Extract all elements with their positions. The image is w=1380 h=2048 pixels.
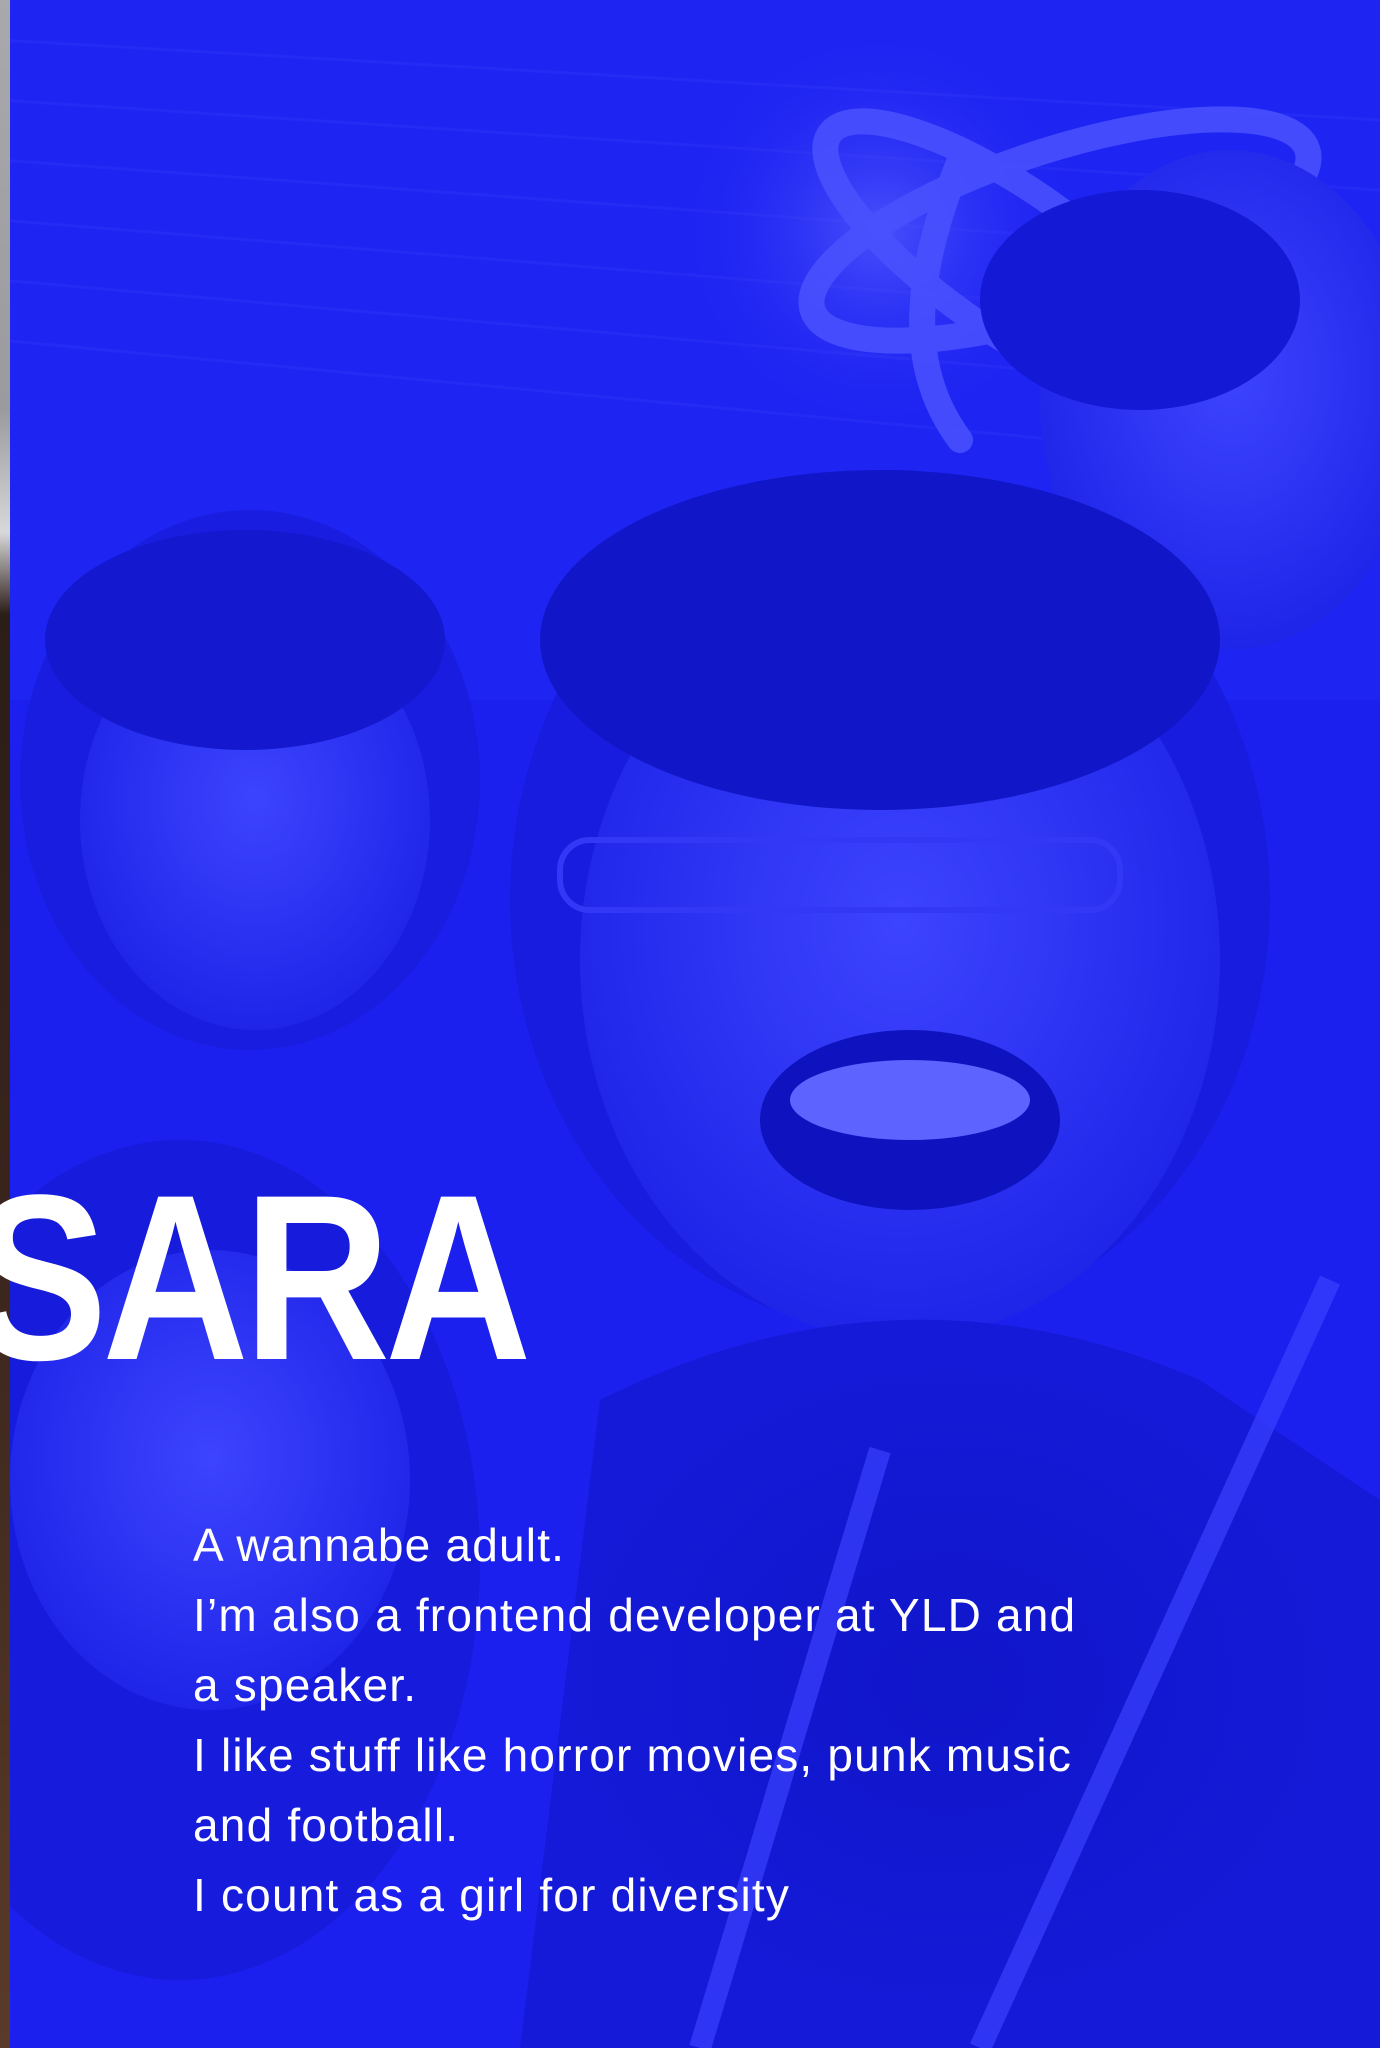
photo-edge-strip	[0, 0, 10, 2048]
bio-line: A wannabe adult.	[193, 1519, 566, 1571]
bio-line: and football.	[193, 1799, 460, 1851]
bio-line: I count as a girl for diversity	[193, 1869, 791, 1921]
bio-text: A wannabe adult. I’m also a frontend dev…	[193, 1510, 1193, 1930]
bio-line: I like stuff like horror movies, punk mu…	[193, 1729, 1073, 1781]
bio-line: I’m also a frontend developer at YLD and	[193, 1589, 1077, 1641]
page-title: SARA	[0, 1146, 532, 1410]
bio-line: a speaker.	[193, 1659, 418, 1711]
slide: SARA A wannabe adult. I’m also a fronten…	[0, 0, 1380, 2048]
